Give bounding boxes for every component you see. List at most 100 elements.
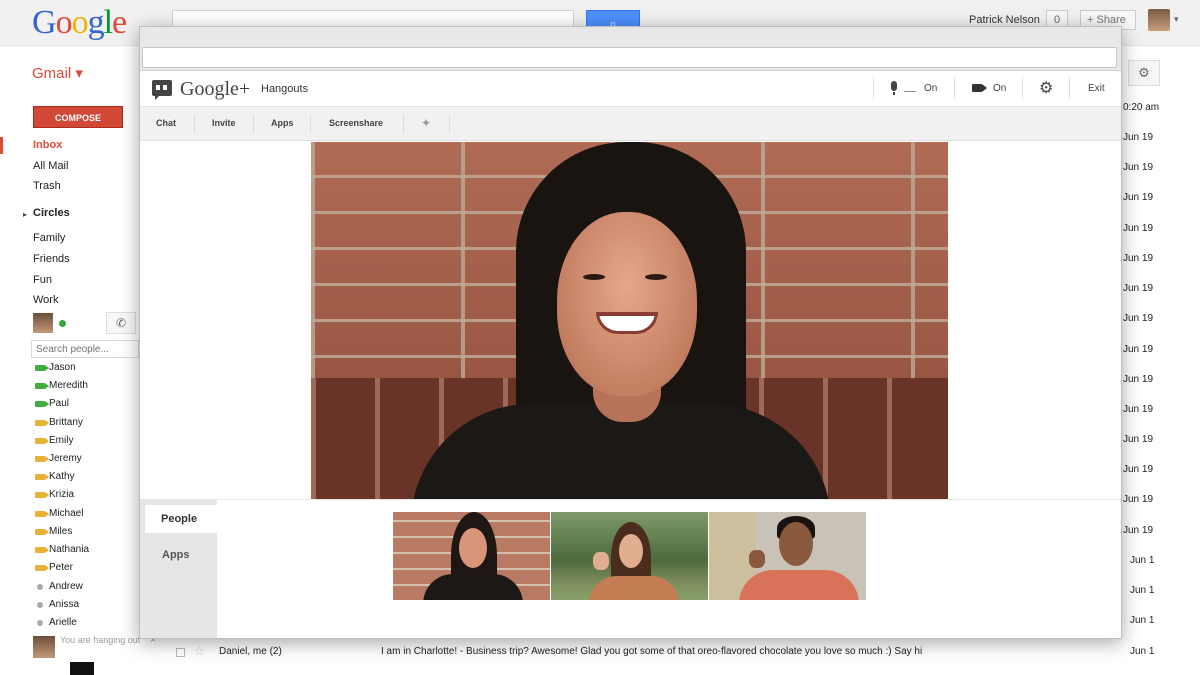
product-name: Hangouts [261, 83, 309, 95]
participant-eye [645, 274, 667, 280]
contact-item[interactable]: Paul [49, 398, 69, 409]
thumb-face [779, 522, 813, 566]
email-date: Jun 19 [1123, 404, 1154, 415]
user-name[interactable]: Patrick Nelson [969, 14, 1040, 26]
caret-right-icon[interactable]: ▸ [23, 210, 27, 219]
thumb-body [423, 574, 523, 600]
contact-item[interactable]: Anissa [49, 599, 79, 610]
participant-thumbnail[interactable] [393, 512, 550, 600]
email-date: Jun 1 [1130, 646, 1155, 657]
tab-side-apps[interactable]: Apps [162, 549, 190, 561]
contact-item[interactable]: Brittany [49, 417, 83, 428]
contact-item[interactable]: Meredith [49, 380, 88, 391]
video-camera-icon [35, 401, 49, 407]
account-avatar[interactable] [1148, 9, 1170, 31]
chevron-down-icon[interactable]: ▾ [1174, 14, 1179, 25]
nav-family[interactable]: Family [33, 232, 65, 244]
video-camera-icon [35, 511, 49, 517]
nav-friends[interactable]: Friends [33, 253, 70, 265]
email-date: Jun 1 [1130, 615, 1155, 626]
video-camera-icon [35, 547, 49, 553]
star-icon[interactable]: ☆ [194, 644, 205, 658]
divider [217, 499, 1121, 500]
video-camera-icon [35, 492, 49, 498]
main-video[interactable] [311, 142, 948, 499]
taskbar-tab[interactable] [70, 662, 94, 675]
email-row[interactable]: ☆ Daniel, me (2) I am in Charlotte! - Bu… [170, 640, 1170, 664]
gmail-settings-button[interactable]: ⚙ [1128, 60, 1160, 86]
participant-thumbnail[interactable] [709, 512, 866, 600]
video-camera-icon [35, 474, 49, 480]
email-date: Jun 19 [1123, 374, 1154, 385]
email-date: Jun 19 [1123, 162, 1154, 173]
contact-item[interactable]: Jeremy [49, 453, 82, 464]
footer-strip [0, 664, 1200, 675]
participant-eye [583, 274, 605, 280]
divider [253, 115, 254, 133]
email-date: Jun 19 [1123, 464, 1154, 475]
contact-item[interactable]: Kathy [49, 471, 75, 482]
nav-inbox[interactable]: Inbox [33, 139, 62, 151]
effects-icon[interactable]: ✦ [421, 116, 431, 130]
my-avatar[interactable] [33, 313, 53, 333]
chat-bar-status[interactable]: You are hanging out [60, 635, 140, 645]
phone-icon: ✆ [115, 316, 127, 330]
nav-fun[interactable]: Fun [33, 274, 52, 286]
compose-button[interactable]: COMPOSE [33, 106, 123, 128]
address-bar[interactable] [142, 47, 1117, 68]
email-date: Jun 19 [1123, 313, 1154, 324]
online-status-icon[interactable] [59, 320, 66, 327]
call-phone-button[interactable]: ✆ [106, 312, 136, 334]
email-date: Jun 19 [1123, 525, 1154, 536]
thumb-face [459, 528, 487, 568]
contact-item[interactable]: Nathania [49, 544, 89, 555]
gmail-menu[interactable]: Gmail ▾ [32, 64, 83, 82]
participant-thumbnail[interactable] [551, 512, 708, 600]
microphone-icon [891, 81, 897, 95]
tab-screenshare[interactable]: Screenshare [329, 118, 383, 128]
divider [403, 115, 404, 133]
participant-face [557, 212, 697, 396]
contact-item[interactable]: Michael [49, 508, 83, 519]
email-date: Jun 19 [1123, 253, 1154, 264]
email-subject: I am in Charlotte! - Business trip? Awes… [381, 646, 923, 657]
contact-item[interactable]: Krizia [49, 489, 74, 500]
nav-circles[interactable]: Circles [33, 207, 70, 219]
nav-trash[interactable]: Trash [33, 180, 61, 192]
mic-level-meter [904, 91, 916, 92]
contact-item[interactable]: Andrew [49, 581, 83, 592]
gear-icon[interactable]: ⚙ [1039, 78, 1053, 98]
google-logo[interactable]: Google [32, 4, 127, 42]
email-date: Jun 1 [1130, 585, 1155, 596]
contact-item[interactable]: Peter [49, 562, 73, 573]
contact-item[interactable]: Miles [49, 526, 72, 537]
chat-bar-avatar[interactable] [33, 636, 55, 658]
contact-item[interactable]: Arielle [49, 617, 77, 628]
divider [873, 77, 874, 99]
email-date: Jun 19 [1123, 283, 1154, 294]
video-camera-icon [35, 420, 49, 426]
waving-hand [593, 552, 609, 570]
email-date: Jun 19 [1123, 223, 1154, 234]
exit-button[interactable]: Exit [1088, 83, 1105, 94]
search-people-input[interactable] [31, 340, 139, 358]
tab-invite[interactable]: Invite [212, 118, 236, 128]
tab-chat[interactable]: Chat [156, 118, 176, 128]
email-date: Jun 19 [1123, 344, 1154, 355]
nav-all-mail[interactable]: All Mail [33, 160, 68, 172]
nav-work[interactable]: Work [33, 294, 58, 306]
divider [194, 115, 195, 133]
email-date: Jun 1 [1130, 555, 1155, 566]
offline-status-icon [37, 620, 43, 626]
tab-people[interactable]: People [145, 505, 217, 533]
contact-item[interactable]: Jason [49, 362, 76, 373]
email-checkbox[interactable] [176, 648, 185, 657]
video-camera-icon [35, 383, 49, 389]
window-chrome [140, 27, 1121, 71]
video-camera-icon [35, 438, 49, 444]
email-date: Jun 19 [1123, 494, 1154, 505]
tab-apps[interactable]: Apps [271, 118, 294, 128]
video-camera-icon [972, 84, 987, 92]
contact-item[interactable]: Emily [49, 435, 73, 446]
video-camera-icon [35, 565, 49, 571]
